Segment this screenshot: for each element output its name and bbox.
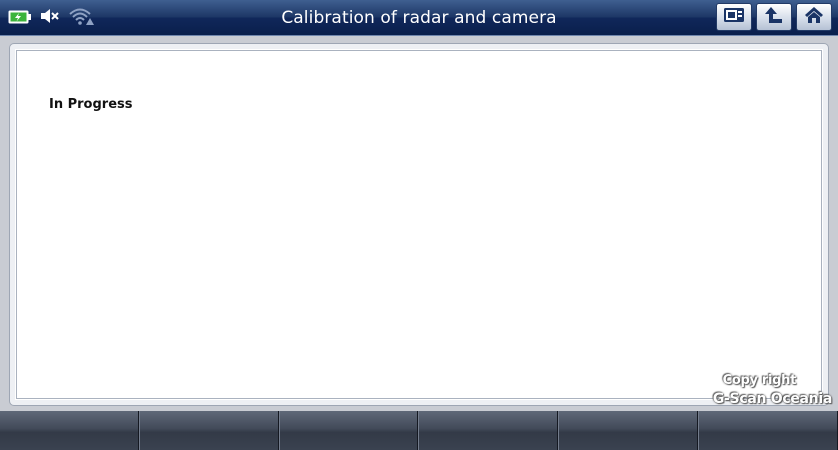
message-area: In Progress [16, 50, 822, 399]
function-key-4[interactable] [418, 411, 559, 450]
function-key-2[interactable] [138, 411, 279, 450]
status-message: In Progress [49, 97, 133, 112]
screen-capture-icon [723, 6, 745, 28]
function-key-3[interactable] [278, 411, 419, 450]
main-panel: In Progress [9, 43, 829, 406]
function-key-6[interactable] [698, 411, 838, 450]
back-arrow-icon [763, 6, 785, 28]
page-title: Calibration of radar and camera [281, 8, 557, 28]
title-bar: Calibration of radar and camera [0, 0, 838, 36]
home-icon [803, 6, 825, 28]
function-key-bar [0, 411, 838, 450]
home-button[interactable] [796, 3, 832, 31]
function-key-5[interactable] [558, 411, 699, 450]
function-key-1[interactable] [0, 411, 139, 450]
title-bar-buttons [716, 3, 832, 31]
back-button[interactable] [756, 3, 792, 31]
screen-capture-button[interactable] [716, 3, 752, 31]
